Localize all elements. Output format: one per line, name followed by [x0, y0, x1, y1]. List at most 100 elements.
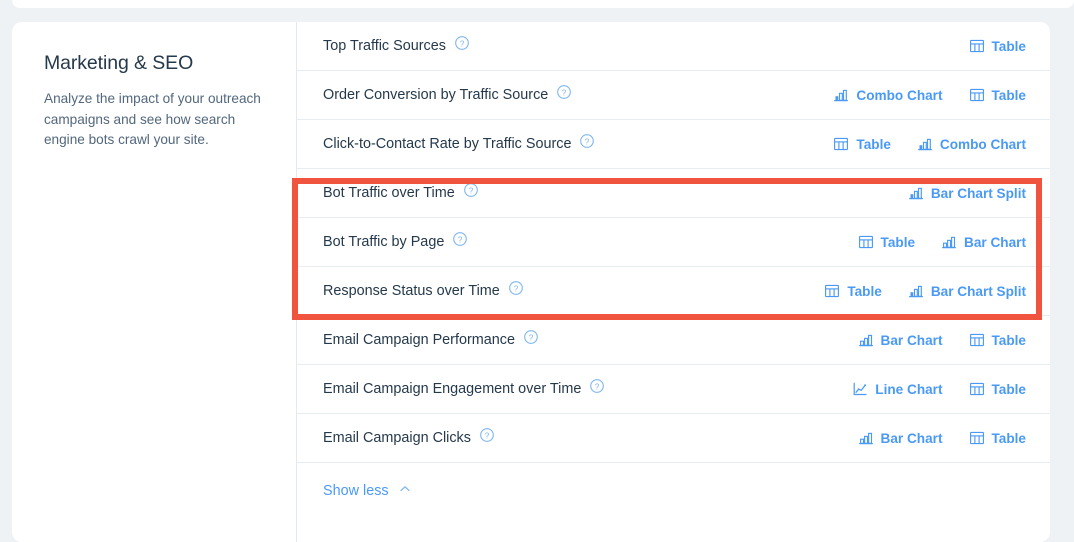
view-option-bar-chart-split[interactable]: Bar Chart Split [908, 185, 1026, 201]
report-row-actions: Bar Chart Split [908, 185, 1050, 201]
view-option-label: Table [991, 430, 1027, 446]
view-option-label: Combo Chart [939, 136, 1026, 152]
help-circle-icon[interactable]: ? [589, 378, 605, 399]
section-description-panel: Marketing & SEO Analyze the impact of yo… [12, 22, 296, 542]
table-icon [969, 87, 985, 103]
svg-text:?: ? [460, 39, 465, 48]
view-option-bar-chart-split[interactable]: Bar Chart Split [908, 283, 1026, 299]
view-option-label: Table [991, 38, 1027, 54]
table-icon [858, 234, 874, 250]
view-option-bar-chart[interactable]: Bar Chart [941, 234, 1026, 250]
svg-text:?: ? [485, 431, 490, 440]
view-option-combo-chart[interactable]: Combo Chart [917, 136, 1026, 152]
view-option-table[interactable]: Table [824, 283, 882, 299]
card-above-partial [12, 0, 1074, 8]
view-option-label: Bar Chart Split [930, 283, 1026, 299]
show-less-button[interactable]: Show less [323, 483, 411, 499]
help-circle-icon[interactable]: ? [523, 329, 539, 350]
help-circle-icon[interactable]: ? [463, 182, 479, 203]
view-option-label: Bar Chart [880, 430, 943, 446]
view-option-table[interactable]: Table [969, 87, 1026, 103]
report-row-label: Response Status over Time [323, 283, 500, 299]
chevron-up-icon [399, 483, 411, 499]
view-option-combo-chart[interactable]: Combo Chart [833, 87, 943, 103]
page-title: Marketing & SEO [44, 52, 194, 74]
report-row-label: Bot Traffic by Page [323, 234, 445, 250]
table-icon [969, 332, 985, 348]
bar-chart-icon [858, 430, 874, 446]
view-option-label: Combo Chart [856, 87, 943, 103]
report-row[interactable]: Click-to-Contact Rate by Traffic Source?… [297, 120, 1050, 169]
help-circle-icon[interactable]: ? [479, 427, 495, 448]
view-option-table[interactable]: Table [833, 136, 891, 152]
svg-text:?: ? [514, 284, 519, 293]
show-less-row: Show less [297, 463, 1050, 519]
report-row[interactable]: Order Conversion by Traffic Source? Combo… [297, 71, 1050, 120]
help-circle-icon[interactable]: ? [452, 231, 468, 252]
report-row-actions: Bar Chart Table [858, 430, 1050, 446]
report-row[interactable]: Email Campaign Engagement over Time? Line… [297, 365, 1050, 414]
line-chart-icon [852, 381, 868, 397]
view-option-label: Table [847, 283, 882, 299]
svg-text:?: ? [585, 137, 590, 146]
report-row-actions: Combo Chart Table [833, 87, 1050, 103]
table-icon [833, 136, 849, 152]
view-option-bar-chart[interactable]: Bar Chart [858, 332, 943, 348]
bar-chart-icon [941, 234, 957, 250]
marketing-seo-card: Marketing & SEO Analyze the impact of yo… [12, 22, 1050, 542]
svg-text:?: ? [468, 186, 473, 195]
svg-text:?: ? [529, 333, 534, 342]
help-circle-icon[interactable]: ? [508, 280, 524, 301]
combo-chart-icon [917, 136, 933, 152]
svg-text:?: ? [458, 235, 463, 244]
table-icon [969, 430, 985, 446]
view-option-table[interactable]: Table [858, 234, 916, 250]
report-row[interactable]: Top Traffic Sources? Table [297, 22, 1050, 71]
view-option-table[interactable]: Table [969, 430, 1027, 446]
view-option-label: Table [991, 381, 1027, 397]
bar-chart-icon [858, 332, 874, 348]
view-option-label: Line Chart [875, 381, 943, 397]
report-list-panel: Top Traffic Sources? Table Order Conversio… [296, 22, 1050, 542]
bar-chart-split-icon [908, 283, 924, 299]
report-row-label: Click-to-Contact Rate by Traffic Source [323, 136, 572, 152]
report-row[interactable]: Response Status over Time? Table Bar Chart… [297, 267, 1050, 316]
section-description: Analyze the impact of your outreach camp… [44, 91, 261, 147]
svg-text:?: ? [595, 382, 600, 391]
report-row-actions: Table Combo Chart [833, 136, 1050, 152]
view-option-label: Table [880, 234, 916, 250]
report-row-actions: Table Bar Chart Split [824, 283, 1050, 299]
report-row[interactable]: Bot Traffic over Time? Bar Chart Split [297, 169, 1050, 218]
report-row-actions: Table [969, 38, 1051, 54]
help-circle-icon[interactable]: ? [579, 133, 595, 154]
view-option-line-chart[interactable]: Line Chart [852, 381, 943, 397]
report-row-label: Top Traffic Sources [323, 38, 446, 54]
show-less-label: Show less [323, 483, 389, 499]
report-row-label: Email Campaign Engagement over Time [323, 381, 582, 397]
view-option-label: Bar Chart [880, 332, 943, 348]
view-option-label: Bar Chart Split [930, 185, 1026, 201]
help-circle-icon[interactable]: ? [454, 35, 470, 56]
report-row[interactable]: Email Campaign Clicks? Bar Chart Table [297, 414, 1050, 463]
report-row[interactable]: Email Campaign Performance? Bar Chart Tabl… [297, 316, 1050, 365]
bar-chart-split-icon [908, 185, 924, 201]
view-option-table[interactable]: Table [969, 381, 1027, 397]
report-row-actions: Bar Chart Table [858, 332, 1050, 348]
svg-text:?: ? [562, 88, 567, 97]
report-row-label: Email Campaign Performance [323, 332, 515, 348]
view-option-label: Table [856, 136, 891, 152]
help-circle-icon[interactable]: ? [556, 84, 572, 105]
combo-chart-icon [833, 87, 849, 103]
report-row[interactable]: Bot Traffic by Page? Table Bar Chart [297, 218, 1050, 267]
report-row-actions: Table Bar Chart [858, 234, 1050, 250]
view-option-label: Table [991, 332, 1027, 348]
view-option-table[interactable]: Table [969, 332, 1027, 348]
report-row-label: Bot Traffic over Time [323, 185, 455, 201]
table-icon [824, 283, 840, 299]
report-list: Top Traffic Sources? Table Order Conversio… [297, 22, 1050, 463]
view-option-table[interactable]: Table [969, 38, 1027, 54]
view-option-label: Bar Chart [964, 234, 1026, 250]
view-option-bar-chart[interactable]: Bar Chart [858, 430, 943, 446]
table-icon [969, 38, 985, 54]
report-row-label: Order Conversion by Traffic Source [323, 87, 549, 103]
